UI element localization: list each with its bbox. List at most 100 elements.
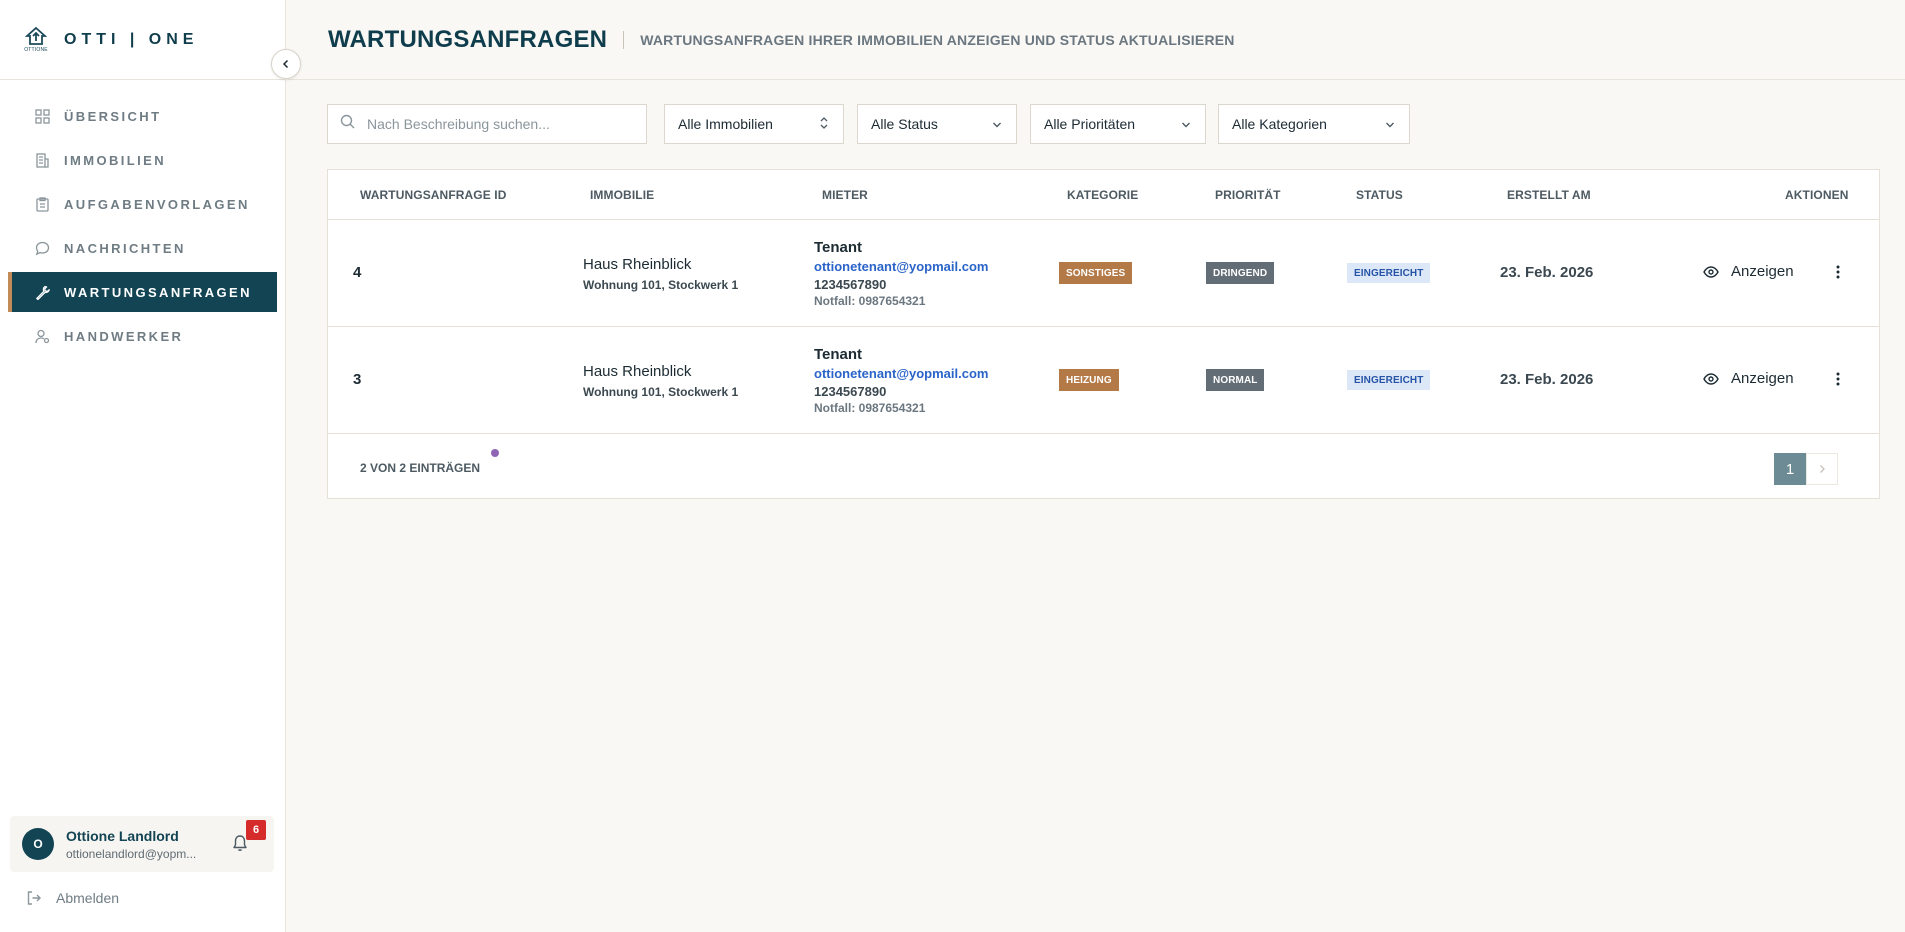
view-label: Anzeigen xyxy=(1731,370,1794,387)
sidebar-item-nachrichten[interactable]: NACHRICHTEN xyxy=(8,228,277,268)
building-icon xyxy=(34,152,50,168)
house-arrow-icon xyxy=(25,26,47,45)
sidebar-item-label: HANDWERKER xyxy=(64,328,184,344)
brand-name: OTTI | ONE xyxy=(64,30,199,48)
chevron-left-icon xyxy=(282,59,289,69)
chevron-up-down-icon xyxy=(819,116,829,133)
sidebar-item-uebersicht[interactable]: ÜBERSICHT xyxy=(8,96,277,136)
sidebar-item-aufgabenvorlagen[interactable]: AUFGABENVORLAGEN xyxy=(8,184,277,224)
tenant-phone: 1234567890 xyxy=(814,276,887,292)
tenant-phone: 1234567890 xyxy=(814,383,887,399)
table-row[interactable]: 3 Haus Rheinblick Wohnung 101, Stockwerk… xyxy=(328,327,1879,434)
tenant-emergency: Notfall: 0987654321 xyxy=(814,401,926,416)
tenant-email-link[interactable]: ottionetenant@yopmail.com xyxy=(814,365,988,383)
category-select[interactable]: Alle Kategorien xyxy=(1218,104,1410,144)
priority-select[interactable]: Alle Prioritäten xyxy=(1030,104,1206,144)
category-badge: HEIZUNG xyxy=(1059,369,1119,391)
eye-icon xyxy=(1703,372,1719,385)
tenant-email-link[interactable]: ottionetenant@yopmail.com xyxy=(814,258,988,276)
search-icon xyxy=(340,114,355,134)
created-date: 23. Feb. 2026 xyxy=(1500,264,1594,281)
column-header-tenant[interactable]: MIETER xyxy=(822,188,868,202)
notification-badge: 6 xyxy=(246,820,266,840)
sidebar-item-label: NACHRICHTEN xyxy=(64,240,186,256)
property-select-value: Alle Immobilien xyxy=(678,116,773,132)
page-button-1[interactable]: 1 xyxy=(1774,453,1806,485)
sidebar-item-immobilien[interactable]: IMMOBILIEN xyxy=(8,140,277,180)
chevron-down-icon xyxy=(1181,116,1191,132)
column-header-status[interactable]: STATUS xyxy=(1356,188,1403,202)
column-header-id[interactable]: WARTUNGSANFRAGE ID xyxy=(360,188,506,202)
view-button[interactable]: Anzeigen xyxy=(1703,370,1794,387)
sidebar-item-label: AUFGABENVORLAGEN xyxy=(64,196,250,212)
user-info: Ottione Landlord ottionelandlord@yopm... xyxy=(66,828,216,861)
created-date: 23. Feb. 2026 xyxy=(1500,371,1594,388)
view-button[interactable]: Anzeigen xyxy=(1703,263,1794,280)
sidebar-item-label: ÜBERSICHT xyxy=(64,108,162,124)
logout-button[interactable]: Abmelden xyxy=(26,890,119,906)
table-header: WARTUNGSANFRAGE ID IMMOBILIE MIETER KATE… xyxy=(328,170,1879,220)
status-badge: EINGEREICHT xyxy=(1347,370,1431,390)
request-id: 3 xyxy=(353,371,362,388)
user-card[interactable]: O Ottione Landlord ottionelandlord@yopm.… xyxy=(10,816,274,872)
sidebar-item-label: WARTUNGSANFRAGEN xyxy=(64,284,252,300)
brand[interactable]: OTTIONE OTTI | ONE xyxy=(0,0,285,80)
property-cell: Haus Rheinblick Wohnung 101, Stockwerk 1 xyxy=(583,363,738,399)
property-name: Haus Rheinblick xyxy=(583,363,692,380)
filter-bar: Alle Immobilien Alle Status Alle Priorit… xyxy=(327,104,1410,144)
clipboard-icon xyxy=(34,196,50,212)
chevron-down-icon xyxy=(992,116,1002,132)
more-options-icon[interactable] xyxy=(1830,264,1846,280)
logout-label: Abmelden xyxy=(56,890,120,906)
view-label: Anzeigen xyxy=(1731,263,1794,280)
header-divider xyxy=(623,30,625,49)
tenant-emergency: Notfall: 0987654321 xyxy=(814,294,926,309)
property-cell: Haus Rheinblick Wohnung 101, Stockwerk 1 xyxy=(583,256,738,292)
sidebar-item-wartungsanfragen[interactable]: WARTUNGSANFRAGEN xyxy=(8,272,277,312)
column-header-property[interactable]: IMMOBILIE xyxy=(590,188,654,202)
logout-icon xyxy=(26,890,42,906)
next-page-button[interactable] xyxy=(1806,453,1838,485)
eye-icon xyxy=(1703,265,1719,278)
category-badge: SONSTIGES xyxy=(1059,262,1133,284)
tenant-cell: Tenant ottionetenant@yopmail.com 1234567… xyxy=(814,345,988,417)
wrench-icon xyxy=(34,284,50,300)
table-row[interactable]: 4 Haus Rheinblick Wohnung 101, Stockwerk… xyxy=(328,220,1879,327)
chevron-right-icon xyxy=(1820,465,1825,473)
priority-badge: DRINGEND xyxy=(1206,262,1275,284)
priority-select-value: Alle Prioritäten xyxy=(1044,116,1136,132)
status-select-value: Alle Status xyxy=(871,116,938,132)
table-footer: 2 VON 2 EINTRÄGEN 1 xyxy=(328,434,1879,498)
search-input[interactable] xyxy=(367,116,627,132)
column-header-category[interactable]: KATEGORIE xyxy=(1067,188,1138,202)
column-header-created[interactable]: ERSTELLT AM xyxy=(1507,188,1591,202)
chevron-down-icon xyxy=(1385,116,1395,132)
sidebar-nav: ÜBERSICHT IMMOBILIEN AUFGABENVORLAGEN NA… xyxy=(0,80,285,356)
property-unit: Wohnung 101, Stockwerk 1 xyxy=(583,278,739,292)
search-box[interactable] xyxy=(327,104,647,144)
chat-icon xyxy=(34,240,50,256)
category-select-value: Alle Kategorien xyxy=(1232,116,1327,132)
tenant-name: Tenant xyxy=(814,346,863,363)
column-header-priority[interactable]: PRIORITÄT xyxy=(1215,188,1281,202)
main-content: WARTUNGSANFRAGEN WARTUNGSANFRAGEN IHRER … xyxy=(287,0,1905,932)
avatar: O xyxy=(22,828,54,860)
maintenance-table: WARTUNGSANFRAGE ID IMMOBILIE MIETER KATE… xyxy=(327,169,1880,499)
sidebar-item-handwerker[interactable]: HANDWERKER xyxy=(8,316,277,356)
sidebar-item-label: IMMOBILIEN xyxy=(64,152,166,168)
user-gear-icon xyxy=(34,328,50,344)
collapse-sidebar-button[interactable] xyxy=(271,49,301,79)
more-options-icon[interactable] xyxy=(1830,371,1846,387)
request-id: 4 xyxy=(353,264,362,281)
user-email: ottionelandlord@yopm... xyxy=(66,846,197,861)
user-name: Ottione Landlord xyxy=(66,827,179,844)
page-title: WARTUNGSANFRAGEN xyxy=(328,25,608,53)
property-select[interactable]: Alle Immobilien xyxy=(664,104,844,144)
page-header: WARTUNGSANFRAGEN WARTUNGSANFRAGEN IHRER … xyxy=(287,0,1905,80)
status-select[interactable]: Alle Status xyxy=(857,104,1017,144)
property-unit: Wohnung 101, Stockwerk 1 xyxy=(583,385,739,399)
sidebar: OTTIONE OTTI | ONE ÜBERSICHT IMMOBILIEN … xyxy=(0,0,286,932)
column-header-actions: AKTIONEN xyxy=(1785,187,1849,202)
entries-count: 2 VON 2 EINTRÄGEN xyxy=(360,461,481,475)
dashboard-icon xyxy=(34,108,50,124)
